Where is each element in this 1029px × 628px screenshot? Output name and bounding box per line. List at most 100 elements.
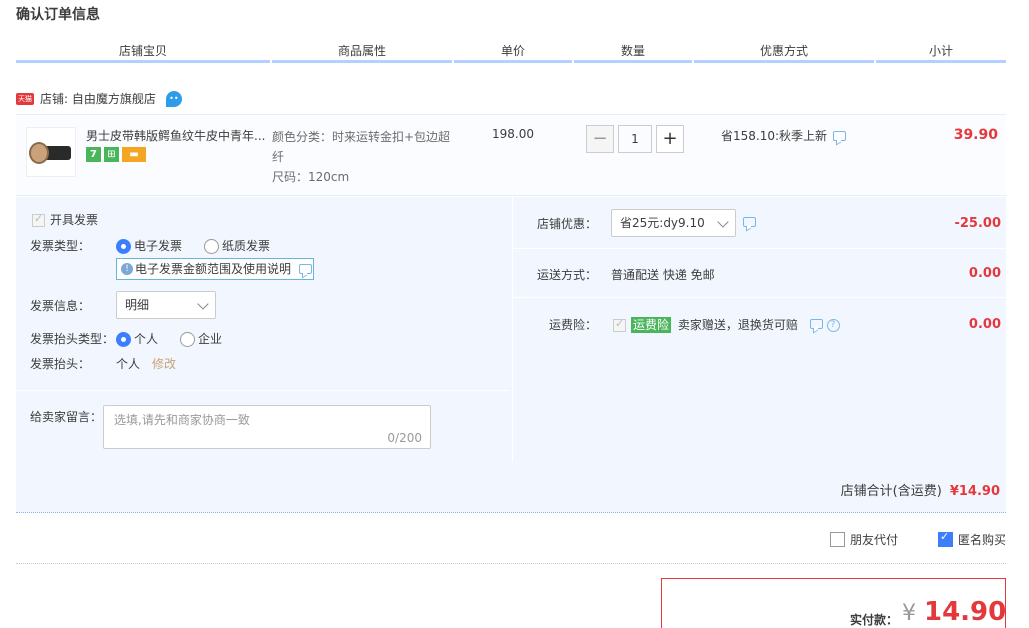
- comment-icon: [299, 264, 313, 274]
- shop-total-label: 店铺合计(含运费): [840, 484, 942, 499]
- anonymous-option[interactable]: 匿名购买: [938, 530, 1007, 548]
- shop-discount-label: 店铺优惠：: [537, 217, 598, 231]
- header-type-personal[interactable]: 个人: [116, 330, 158, 347]
- message-textarea[interactable]: 选填,请先和商家协商一致 0/200: [103, 405, 431, 449]
- comment-icon[interactable]: [743, 217, 756, 227]
- column-header-qty: 数量: [620, 44, 645, 58]
- promo-text: 省158.10:秋季上新: [721, 129, 828, 143]
- shipping-section: 店铺优惠： 省25元:dy9.10 -25.00 运送方式： 普通配送 快递 免…: [512, 197, 1007, 462]
- invoice-header-label: 发票抬头：: [30, 357, 91, 371]
- invoice-header-row: 个人 修改: [116, 355, 176, 372]
- invoice-checkbox: [32, 212, 45, 227]
- shop-row: 天猫 店铺: 自由魔方旗舰店 ••: [16, 90, 182, 107]
- chevron-down-icon: [717, 216, 729, 228]
- message-label: 给卖家留言：: [30, 410, 103, 424]
- invoice-type-electronic[interactable]: 电子发票: [116, 237, 182, 254]
- column-header-subtotal: 小计: [928, 44, 953, 58]
- anonymous-label: 匿名购买: [958, 533, 1007, 547]
- payment-summary: 实付款： ¥ 14.90: [661, 578, 1006, 628]
- message-section: 给卖家留言： 选填,请先和商家协商一致 0/200: [16, 392, 510, 462]
- comment-icon[interactable]: [833, 130, 847, 141]
- order-options-panel: 开具发票 发票类型： 电子发票 纸质发票 ! 电子发票金额范围及使用说明 发票信…: [16, 197, 1007, 513]
- insurance-detail: 运费险 卖家赠送，退换货可赔 ?: [613, 316, 840, 333]
- item-subtotal: 39.90: [953, 127, 998, 143]
- item-thumbnail[interactable]: [26, 127, 76, 177]
- column-header-price: 单价: [500, 44, 525, 58]
- invoice-header-value: 个人: [116, 357, 141, 371]
- header-bar: [574, 60, 692, 63]
- pay-currency: ¥: [902, 601, 916, 626]
- insurance-label: 运费险：: [549, 318, 598, 332]
- qty-minus-button[interactable]: −: [586, 125, 614, 153]
- invoice-open-label: 开具发票: [50, 213, 99, 227]
- shipping-label: 运送方式：: [537, 268, 598, 282]
- invoice-info-value: 明细: [125, 298, 150, 312]
- item-row: 男士皮带韩版鳄鱼纹牛皮中青年... 7 ⊞ ▬ 颜色分类：时来运转金扣+包边超纤…: [16, 114, 1006, 196]
- shipping-value: 普通配送 快递 免邮: [611, 268, 715, 282]
- shop-total-amount: ¥14.90: [949, 484, 1000, 499]
- radio-paper-label: 纸质发票: [222, 239, 271, 253]
- buckle-image: [29, 142, 49, 164]
- header-bar: [16, 60, 270, 63]
- invoice-open-row: 开具发票: [32, 211, 98, 228]
- divider: [16, 563, 1006, 564]
- insurance-checkbox: [613, 317, 626, 332]
- anonymous-checkbox[interactable]: [938, 530, 953, 547]
- radio-company[interactable]: [180, 332, 195, 347]
- insurance-row: 运费险： 运费险 卖家赠送，退换货可赔 ? 0.00: [513, 299, 1007, 462]
- header-bar: [272, 60, 452, 63]
- credit-card-icon[interactable]: ▬: [122, 147, 146, 162]
- qty-input[interactable]: 1: [618, 125, 652, 153]
- attr-color: 颜色分类：时来运转金扣+包边超纤: [272, 130, 451, 164]
- column-header-attr: 商品属性: [337, 44, 386, 58]
- item-promo: 省158.10:秋季上新: [721, 127, 847, 144]
- invoice-info-link[interactable]: ! 电子发票金额范围及使用说明: [116, 258, 314, 280]
- radio-paper[interactable]: [204, 239, 219, 254]
- help-icon[interactable]: ?: [826, 319, 840, 332]
- pay-amount: 14.90: [924, 597, 1007, 627]
- invoice-info-select[interactable]: 明细: [116, 291, 216, 319]
- friend-pay-option[interactable]: 朋友代付: [830, 531, 898, 548]
- invoice-type-paper[interactable]: 纸质发票: [204, 237, 270, 254]
- radio-electronic-label: 电子发票: [134, 239, 183, 253]
- invoice-edit-link[interactable]: 修改: [152, 357, 176, 371]
- qty-plus-button[interactable]: +: [656, 125, 684, 153]
- invoice-type-label: 发票类型：: [30, 239, 91, 253]
- shop-discount-row: 店铺优惠： 省25元:dy9.10 -25.00: [513, 197, 1007, 249]
- unit-price: 198.00: [492, 127, 534, 141]
- invoice-info-text: 电子发票金额范围及使用说明: [135, 262, 292, 276]
- insurance-tag: 运费险: [631, 317, 672, 333]
- column-header-promo: 优惠方式: [759, 44, 808, 58]
- message-placeholder: 选填,请先和商家协商一致: [114, 413, 250, 427]
- shop-name[interactable]: 店铺: 自由魔方旗舰店: [40, 90, 156, 107]
- radio-electronic[interactable]: [116, 239, 131, 254]
- message-count: 0/200: [387, 431, 422, 445]
- comment-icon[interactable]: [809, 319, 823, 329]
- friend-pay-checkbox[interactable]: [830, 532, 845, 547]
- chevron-down-icon: [197, 298, 209, 310]
- item-attributes: 颜色分类：时来运转金扣+包边超纤 尺码：120cm: [272, 127, 462, 187]
- friend-pay-label: 朋友代付: [850, 533, 899, 547]
- radio-personal[interactable]: [116, 332, 131, 347]
- page-title: 确认订单信息: [16, 7, 100, 23]
- invoice-section: 开具发票 发票类型： 电子发票 纸质发票 ! 电子发票金额范围及使用说明 发票信…: [16, 197, 510, 391]
- item-name-link[interactable]: 男士皮带韩版鳄鱼纹牛皮中青年...: [86, 127, 266, 144]
- seven-day-return-icon[interactable]: 7: [86, 147, 101, 162]
- guarantee-icon[interactable]: ⊞: [104, 147, 119, 162]
- invoice-info-label: 发票信息：: [30, 299, 91, 313]
- pay-label: 实付款：: [850, 613, 899, 627]
- column-header-item: 店铺宝贝: [118, 44, 167, 58]
- item-badges: 7 ⊞ ▬: [86, 147, 146, 162]
- shop-discount-select[interactable]: 省25元:dy9.10: [611, 209, 736, 237]
- invoice-header-type-label: 发票抬头类型：: [30, 332, 115, 346]
- wangwang-chat-icon[interactable]: ••: [165, 90, 182, 107]
- header-bar: [694, 60, 874, 63]
- shop-discount-value: 省25元:dy9.10: [620, 216, 705, 230]
- header-bar: [454, 60, 572, 63]
- header-type-company[interactable]: 企业: [180, 330, 222, 347]
- radio-personal-label: 个人: [134, 332, 159, 346]
- shipping-amount: 0.00: [968, 266, 1001, 281]
- tmall-badge-icon: 天猫: [16, 92, 34, 105]
- header-bar: [876, 60, 1006, 63]
- shop-total: 店铺合计(含运费) ¥14.90: [841, 480, 1000, 499]
